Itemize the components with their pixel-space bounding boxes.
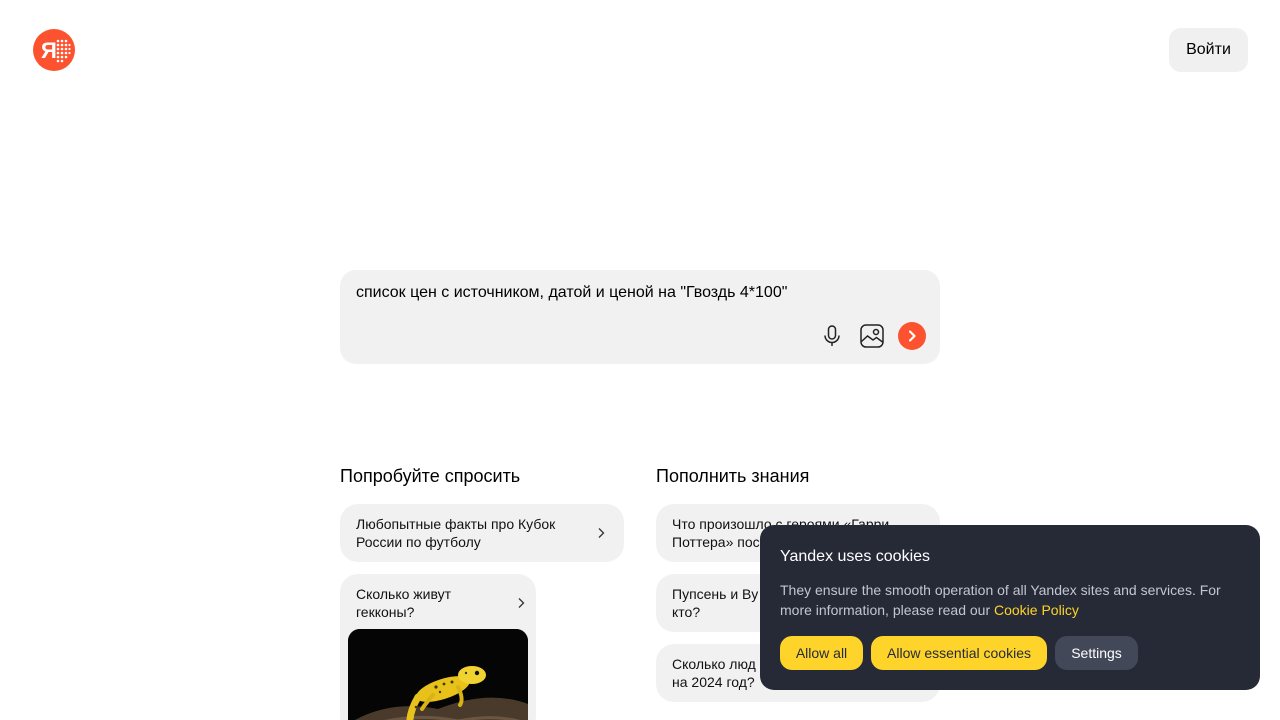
voice-search-button[interactable] — [818, 322, 846, 350]
try-asking-title: Попробуйте спросить — [340, 466, 521, 486]
cookie-banner: Yandex uses cookies They ensure the smoo… — [760, 525, 1260, 690]
cookie-policy-link[interactable]: Cookie Policy — [994, 602, 1079, 618]
cookie-banner-title: Yandex uses cookies — [780, 548, 931, 565]
svg-text:Я: Я — [41, 38, 57, 63]
suggestion-card[interactable]: Любопытные факты про Кубок России по фут… — [340, 504, 624, 562]
arrow-right-icon — [908, 330, 916, 342]
chevron-right-icon — [518, 598, 525, 608]
chevron-right-icon — [598, 528, 605, 538]
search-input[interactable]: список цен с источником, датой и ценой н… — [356, 283, 924, 303]
gecko-illustration — [348, 629, 528, 720]
allow-all-button[interactable]: Allow all — [780, 636, 863, 670]
cookie-settings-button[interactable]: Settings — [1055, 636, 1138, 670]
search-box[interactable]: список цен с источником, датой и ценой н… — [340, 270, 940, 364]
yandex-logo[interactable]: Я — [33, 29, 75, 71]
suggestion-card-text: Сколько живут гекконы? — [356, 586, 452, 620]
page: Я Войти список цен с источником, датой и… — [0, 0, 1280, 720]
image-search-button[interactable] — [858, 322, 886, 350]
yandex-logo-icon: Я — [41, 38, 71, 63]
knowledge-title: Пополнить знания — [656, 466, 810, 486]
image-search-icon — [860, 324, 884, 348]
allow-essential-cookies-button[interactable]: Allow essential cookies — [871, 636, 1047, 670]
gecko-image — [348, 629, 528, 720]
suggestion-card-text: Любопытные факты про Кубок России по фут… — [356, 516, 556, 550]
suggestion-card-with-image[interactable]: Сколько живут гекконы? — [340, 574, 536, 720]
cookie-banner-description: They ensure the smooth operation of all … — [780, 580, 1240, 620]
knowledge-card-text: Сколько люд на 2024 год? — [672, 656, 756, 690]
login-button[interactable]: Войти — [1169, 28, 1248, 72]
search-submit-button[interactable] — [898, 322, 926, 350]
knowledge-card-text: Пупсень и Ву кто? — [672, 586, 759, 620]
microphone-icon — [824, 325, 840, 346]
